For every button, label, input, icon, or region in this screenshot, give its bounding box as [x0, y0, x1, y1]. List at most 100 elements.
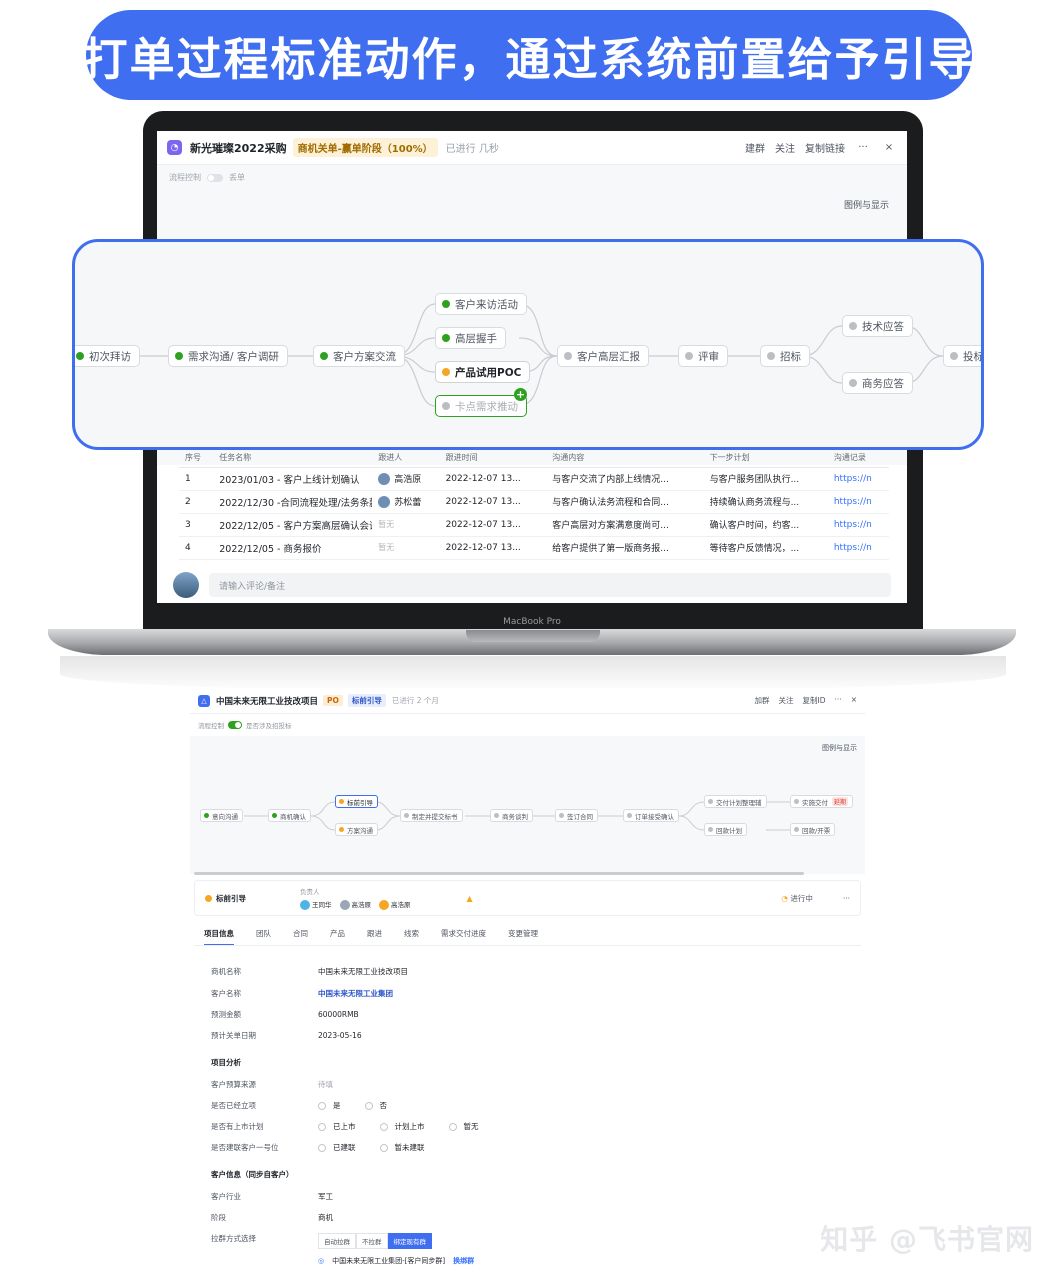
- segment-auto[interactable]: 自动拉群: [318, 1233, 356, 1249]
- flow-node-invoice[interactable]: 回款/开票: [790, 823, 836, 836]
- node-label: 回款/开票: [802, 826, 831, 835]
- flow-node-review[interactable]: 评审: [678, 345, 728, 367]
- tab-change[interactable]: 变更管理: [508, 928, 538, 946]
- radio-option[interactable]: 否: [364, 1100, 387, 1111]
- more-icon[interactable]: ···: [835, 695, 842, 706]
- segment-bind[interactable]: 绑定现有群: [387, 1233, 432, 1249]
- task-name[interactable]: 2022/12/05 - 商务报价: [213, 536, 373, 560]
- horizontal-scrollbar[interactable]: [194, 872, 804, 875]
- tab-team[interactable]: 团队: [256, 928, 271, 946]
- lost-order-toggle[interactable]: [207, 173, 223, 182]
- tab-project-info[interactable]: 项目信息: [204, 928, 234, 946]
- flow-node-bid-doc[interactable]: 制定并提交标书: [400, 809, 463, 822]
- close-icon[interactable]: ×: [851, 695, 857, 706]
- flow-node-delivery-plan[interactable]: 交付计划整理辅: [704, 795, 767, 808]
- table-row[interactable]: 2 2022/12/30 -合同流程处理/法务条款 苏松蕾 2022-12-07…: [179, 490, 889, 514]
- flow-node-initial-visit[interactable]: 初次拜访: [75, 345, 140, 367]
- more-icon[interactable]: ···: [855, 142, 871, 153]
- record-link[interactable]: https://n: [827, 536, 889, 560]
- create-group-button[interactable]: 建群: [745, 140, 765, 155]
- owner-list: 王同华 高浩原 高浩原: [300, 899, 411, 910]
- record-link[interactable]: https://n: [827, 513, 889, 537]
- node-label: 商务应答: [862, 377, 904, 390]
- owner-chip[interactable]: 王同华: [300, 899, 332, 910]
- bidding-toggle[interactable]: [228, 721, 242, 729]
- copy-link-button[interactable]: 复制链接: [805, 140, 845, 155]
- status-dot: [950, 352, 958, 360]
- flow-node-contract[interactable]: 签订合同: [555, 809, 598, 822]
- radio-option[interactable]: 计划上市: [379, 1121, 425, 1132]
- table-row[interactable]: 3 2022/12/05 - 客户方案高层确认会议 暂无 2022-12-07 …: [179, 513, 889, 537]
- user-avatar: [173, 572, 199, 598]
- status-dot: [339, 827, 344, 832]
- flow-node-intent[interactable]: 意向沟通: [200, 809, 243, 822]
- follow-time: 2022-12-07 13...: [439, 513, 547, 537]
- task-name[interactable]: 2023/01/03 - 客户上线计划确认: [213, 467, 373, 491]
- avatar: [378, 473, 391, 486]
- flow-node-poc[interactable]: 产品试用POC: [435, 361, 531, 383]
- comment-input[interactable]: 请输入评论/备注: [209, 573, 891, 597]
- segment-none[interactable]: 不拉群: [356, 1233, 388, 1249]
- field-value: 商机: [318, 1213, 333, 1222]
- radio-option[interactable]: 已上市: [318, 1121, 356, 1132]
- flow-node-bid[interactable]: 投标: [943, 345, 981, 367]
- customer-link[interactable]: 中国未来无限工业集团: [318, 988, 393, 999]
- flow-node-biz-response[interactable]: 商务应答: [842, 372, 913, 394]
- tab-leads[interactable]: 线索: [404, 928, 419, 946]
- flow-node-negotiation[interactable]: 商务谈判: [490, 809, 533, 822]
- radio-option[interactable]: 已建联: [318, 1142, 356, 1153]
- flow-node-pre-bid[interactable]: 标前引导: [335, 795, 378, 808]
- header-actions: 加群 关注 复制ID ··· ×: [755, 695, 857, 706]
- flow-node-implementation[interactable]: 实施交付 延期: [790, 795, 854, 808]
- more-icon[interactable]: ···: [843, 894, 850, 903]
- flow-node-blocker[interactable]: 卡点需求推动: [435, 395, 527, 417]
- flow-node-confirm[interactable]: 商机确认: [268, 809, 311, 822]
- radio-option[interactable]: 是: [318, 1100, 341, 1111]
- add-node-icon[interactable]: +: [514, 388, 527, 401]
- status-dot: [442, 300, 450, 308]
- field-key: 客户名称: [211, 989, 241, 998]
- legend-button[interactable]: 图例与显示: [844, 198, 889, 211]
- budget-input[interactable]: 待填: [318, 1079, 333, 1090]
- legend-button[interactable]: 图例与显示: [822, 743, 857, 753]
- table-row[interactable]: 4 2022/12/05 - 商务报价 暂无 2022-12-07 13... …: [179, 536, 889, 560]
- flow-node-visit-activity[interactable]: 客户来访活动: [435, 293, 527, 315]
- radio-option[interactable]: 暂无: [448, 1121, 479, 1132]
- flow-node-solution-talk[interactable]: 方案沟通: [335, 823, 378, 836]
- tab-delivery[interactable]: 需求交付进度: [441, 928, 486, 946]
- header-actions: 建群 关注 复制链接 ··· ×: [745, 140, 897, 155]
- rebind-group-button[interactable]: 换绑群: [453, 1256, 474, 1266]
- flow-node-exec-report[interactable]: 客户高层汇报: [557, 345, 649, 367]
- record-link[interactable]: https://n: [827, 467, 889, 491]
- field-close-date: 预计关单日期 2023-05-16: [211, 1030, 362, 1041]
- task-name[interactable]: 2022/12/05 - 客户方案高层确认会议: [213, 513, 373, 537]
- status-dot: [76, 352, 84, 360]
- clock-icon: ◔: [781, 893, 788, 903]
- row-index: 3: [179, 513, 214, 537]
- tab-product[interactable]: 产品: [330, 928, 345, 946]
- close-icon[interactable]: ×: [881, 142, 897, 153]
- copy-id-button[interactable]: 复制ID: [803, 695, 826, 706]
- follow-button[interactable]: 关注: [779, 695, 794, 706]
- status-chip[interactable]: ◔ 进行中: [781, 893, 812, 904]
- record-link[interactable]: https://n: [827, 490, 889, 514]
- node-label: 初次拜访: [89, 350, 131, 363]
- flow-node-tender[interactable]: 招标: [760, 345, 810, 367]
- flow-node-requirement[interactable]: 需求沟通/ 客户调研: [168, 345, 288, 367]
- flow-node-payment-plan[interactable]: 回款计划: [704, 823, 747, 836]
- join-group-button[interactable]: 加群: [755, 695, 770, 706]
- tab-follow-up[interactable]: 跟进: [367, 928, 382, 946]
- flow-node-solution[interactable]: 客户方案交流: [313, 345, 405, 367]
- flow-node-tech-response[interactable]: 技术应答: [842, 315, 913, 337]
- flow-node-exec-handshake[interactable]: 高层握手: [435, 327, 506, 349]
- table-row[interactable]: 1 2023/01/03 - 客户上线计划确认 高浩原 2022-12-07 1…: [179, 467, 889, 491]
- owner-chip[interactable]: 高浩原: [379, 899, 411, 910]
- field-value: 60000RMB: [318, 1010, 359, 1019]
- radio-option[interactable]: 暂未建联: [379, 1142, 425, 1153]
- flow-node-order-confirm[interactable]: 订单接受确认: [623, 809, 679, 822]
- follow-button[interactable]: 关注: [775, 140, 795, 155]
- task-name[interactable]: 2022/12/30 -合同流程处理/法务条款: [213, 490, 373, 514]
- avatar: [378, 496, 391, 509]
- tab-contract[interactable]: 合同: [293, 928, 308, 946]
- owner-chip[interactable]: 高浩原: [339, 899, 371, 910]
